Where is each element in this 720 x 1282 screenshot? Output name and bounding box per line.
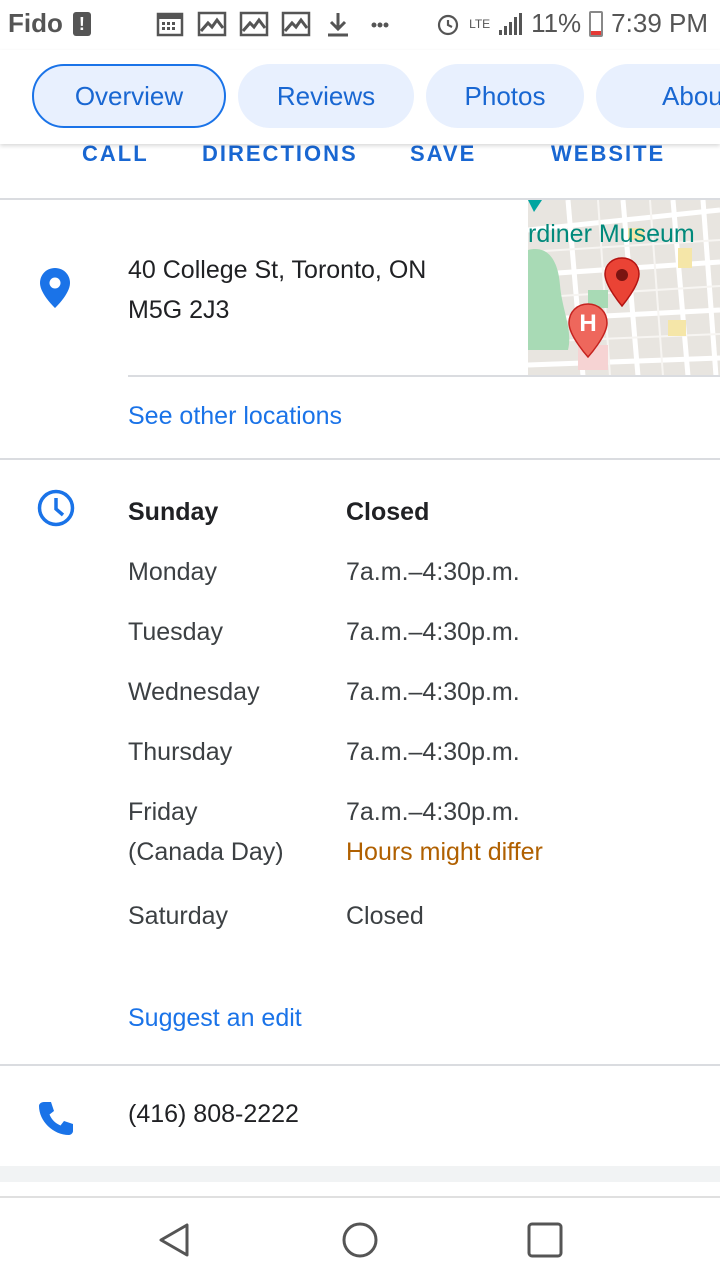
address-line-2: M5G 2J3 (128, 296, 230, 324)
tab-overview[interactable]: Overview (32, 64, 226, 128)
clock-time: 7:39 PM (611, 8, 708, 38)
hours-value: 7a.m.–4:30p.m. (346, 678, 520, 706)
recents-icon[interactable] (525, 1220, 565, 1260)
calendar-icon (156, 12, 184, 37)
hours-warning: Hours might differ (346, 838, 543, 866)
tab-photos[interactable]: Photos (426, 64, 584, 128)
status-bar: Fido ! LTE 11% 7:39 PM (0, 0, 720, 50)
address-section: 40 College St, Toronto, ON M5G 2J3 rdine… (0, 200, 720, 460)
call-button[interactable]: CALL (82, 143, 149, 165)
hours-value: Closed (346, 498, 430, 526)
map-place-label: rdiner Museum (528, 220, 695, 248)
clock-icon (37, 489, 75, 527)
signal-icon (499, 12, 523, 35)
tab-about[interactable]: About (596, 64, 720, 128)
alert-icon: ! (72, 11, 91, 36)
hours-section: Sunday Closed Monday 7a.m.–4:30p.m. Tues… (0, 460, 720, 1066)
action-row: CALL DIRECTIONS SAVE WEBSITE (0, 143, 720, 200)
day-label: Friday (128, 798, 198, 826)
suggest-edit-link[interactable]: Suggest an edit (128, 1004, 302, 1033)
image-icon (239, 11, 269, 37)
day-label: Wednesday (128, 678, 260, 706)
directions-button[interactable]: DIRECTIONS (202, 143, 358, 165)
system-nav-bar (0, 1196, 720, 1282)
battery-percent: 11% (531, 8, 582, 38)
map-thumbnail[interactable]: rdiner Museum H (528, 200, 720, 376)
day-label: Monday (128, 558, 217, 586)
hours-value: 7a.m.–4:30p.m. (346, 738, 520, 766)
tab-bar: Overview Reviews Photos About (0, 50, 720, 144)
hospital-marker-label: H (579, 310, 597, 337)
address-text[interactable]: 40 College St, Toronto, ON M5G 2J3 (128, 250, 508, 330)
location-pin-icon (40, 268, 70, 308)
divider (128, 375, 720, 377)
phone-number: (416) 808-2222 (128, 1100, 299, 1128)
day-label: Thursday (128, 738, 233, 766)
tab-reviews[interactable]: Reviews (238, 64, 414, 128)
battery-icon (589, 10, 604, 37)
alarm-icon (437, 14, 459, 35)
image-icon (197, 11, 227, 37)
hours-value: 7a.m.–4:30p.m. (346, 798, 520, 826)
hours-value: 7a.m.–4:30p.m. (346, 558, 520, 586)
save-button[interactable]: SAVE (410, 143, 476, 165)
day-label: Sunday (128, 498, 219, 526)
lte-icon: LTE (469, 16, 491, 31)
day-label: Saturday (128, 902, 229, 930)
hours-row-friday: Friday (Canada Day) 7a.m.–4:30p.m. Hours… (128, 792, 708, 872)
phone-section[interactable]: (416) 808-2222 (0, 1066, 720, 1166)
website-button[interactable]: WEBSITE (551, 143, 665, 165)
hours-value: Closed (346, 902, 424, 930)
phone-icon (39, 1102, 73, 1135)
day-label: Tuesday (128, 618, 223, 646)
download-icon (328, 13, 348, 37)
home-icon[interactable] (340, 1220, 380, 1260)
section-separator (0, 1166, 720, 1182)
back-icon[interactable] (155, 1220, 195, 1260)
holiday-label: (Canada Day) (128, 838, 284, 866)
hours-value: 7a.m.–4:30p.m. (346, 618, 520, 646)
more-icon (371, 22, 389, 28)
carrier-label: Fido (8, 8, 63, 38)
address-line-1: 40 College St, Toronto, ON (128, 256, 427, 284)
see-other-locations-link[interactable]: See other locations (128, 402, 342, 431)
image-icon (281, 11, 311, 37)
